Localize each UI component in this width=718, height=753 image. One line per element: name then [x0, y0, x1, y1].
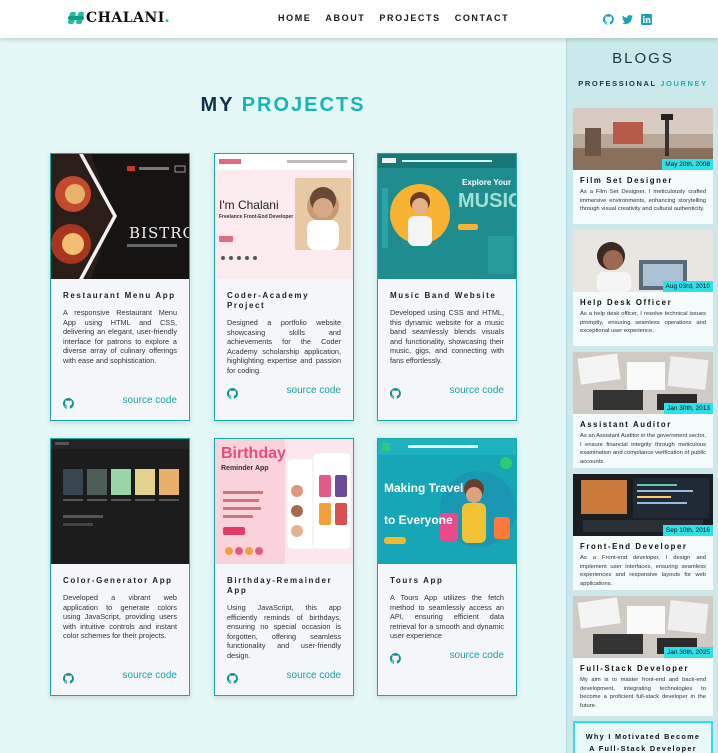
brand-name: CHALANI. [86, 10, 171, 26]
source-code-link[interactable]: source code [123, 670, 177, 681]
github-icon[interactable] [226, 671, 238, 684]
blog-image: Sep 10th, 2016 [573, 474, 713, 536]
thumbnail-title: Birthday [221, 445, 286, 462]
thumbnail-subtitle: to Everyone [384, 513, 453, 527]
social-links [602, 12, 652, 25]
twitter-icon[interactable] [622, 12, 633, 24]
github-icon[interactable] [389, 386, 401, 399]
project-card-tours-app: Making Travel to Everyone Tours App A To… [377, 438, 517, 696]
project-links: source code [389, 385, 504, 399]
blog-date: Sep 10th, 2016 [662, 525, 713, 536]
project-description: Developed using CSS and HTML, this dynam… [390, 308, 504, 365]
blog-title: Assistant Auditor [580, 420, 672, 429]
blog-post-assistant-auditor[interactable]: Jan 30th, 2013 Assistant Auditor As an A… [573, 352, 713, 468]
source-code-link[interactable]: source code [287, 670, 341, 681]
blog-title: Help Desk Officer [580, 298, 673, 307]
project-thumbnail[interactable] [51, 439, 189, 564]
project-links: source code [62, 670, 177, 684]
projects-section: MY PROJECTS BISTRO Restaurant Menu App A… [0, 38, 566, 753]
blog-post-front-end-developer[interactable]: Sep 10th, 2016 Front-End Developer As a … [573, 474, 713, 590]
blog-description: As an Assistant Auditor in the governmen… [580, 433, 706, 465]
blog-title: Front-End Developer [580, 542, 688, 551]
thumbnail-title: Making Travel [384, 481, 464, 495]
top-navbar: CHALANI. HOME ABOUT PROJECTS CONTACT [0, 0, 718, 38]
linkedin-icon[interactable] [641, 12, 652, 25]
project-title: Music Band Website [390, 291, 497, 300]
thumbnail-title: BISTRO [129, 224, 189, 242]
source-code-link[interactable]: source code [123, 395, 177, 406]
thumbnail-title: I'm Chalani [219, 198, 279, 212]
logo-icon [67, 10, 85, 26]
blog-date: Jan 30th, 2013 [663, 403, 713, 414]
project-thumbnail[interactable]: BISTRO [51, 154, 189, 279]
nav-link-home[interactable]: HOME [278, 13, 311, 23]
source-code-link[interactable]: source code [450, 650, 504, 661]
blog-description: As a help desk officer, I resolve techni… [580, 311, 706, 334]
project-description: A Tours App utilizes the fetch method to… [390, 593, 504, 641]
project-thumbnail[interactable]: I'm Chalani Freelance Front-End Develope… [215, 154, 353, 279]
blog-image: Aug 03rd, 2010 [573, 230, 713, 292]
project-card-color-generator: Color-Generator App Developed a vibrant … [50, 438, 190, 696]
nav-link-projects[interactable]: PROJECTS [379, 13, 440, 23]
project-card-coder-academy: I'm Chalani Freelance Front-End Develope… [214, 153, 354, 421]
project-description: Developed a vibrant web application to g… [63, 593, 177, 641]
nav-link-about[interactable]: ABOUT [325, 13, 365, 23]
blog-date: Jan 30th, 2025 [663, 647, 713, 658]
thumbnail-subtitle: Reminder App [221, 465, 269, 472]
blog-image: Jan 30th, 2013 [573, 352, 713, 414]
source-code-link[interactable]: source code [287, 385, 341, 396]
blog-post-film-set-designer[interactable]: May 20th, 2008 Film Set Designer As a Fi… [573, 108, 713, 224]
project-title: Tours App [390, 576, 444, 585]
project-thumbnail[interactable]: Explore Your MUSIC [378, 154, 516, 279]
github-icon[interactable] [62, 396, 74, 409]
github-icon[interactable] [62, 671, 74, 684]
project-card-restaurant-menu: BISTRO Restaurant Menu App A responsive … [50, 153, 190, 421]
blog-post-help-desk-officer[interactable]: Aug 03rd, 2010 Help Desk Officer As a he… [573, 230, 713, 346]
blog-post-full-stack-developer[interactable]: Jan 30th, 2025 Full-Stack Developer My a… [573, 596, 713, 716]
project-title: Color-Generator App [63, 576, 173, 585]
blog-date: Aug 03rd, 2010 [662, 281, 713, 292]
blogs-subtitle: PROFESSIONAL JOURNEY [578, 79, 708, 88]
project-links: source code [389, 650, 504, 664]
github-icon[interactable] [226, 386, 238, 399]
blog-title: Full-Stack Developer [580, 664, 690, 673]
project-description: A responsive Restaurant Menu App using H… [63, 308, 177, 365]
blog-description: As a Front-end developer, I design and i… [580, 555, 706, 587]
project-title: Coder-Academy Project [227, 291, 310, 310]
thumbnail-subtitle: Freelance Front-End Developer [219, 214, 294, 220]
projects-heading: MY PROJECTS [200, 94, 366, 116]
blog-title: Film Set Designer [580, 176, 674, 185]
project-links: source code [62, 395, 177, 409]
source-code-link[interactable]: source code [450, 385, 504, 396]
project-card-birthday-reminder: Birthday Reminder App Birthday-Remainder… [214, 438, 354, 696]
blog-date: May 20th, 2008 [662, 159, 713, 170]
blog-image: May 20th, 2008 [573, 108, 713, 170]
project-links: source code [226, 670, 341, 684]
thumbnail-title: MUSIC [458, 190, 516, 212]
blog-description: As a Film Set Designer, I meticulously c… [580, 189, 706, 212]
blogs-title: BLOGS [612, 50, 674, 67]
project-title: Restaurant Menu App [63, 291, 176, 300]
github-icon[interactable] [389, 651, 401, 664]
project-card-music-band: Explore Your MUSIC Music Band Website De… [377, 153, 517, 421]
brand-logo[interactable]: CHALANI. [67, 10, 171, 26]
nav-link-contact[interactable]: CONTACT [455, 13, 510, 23]
blogs-sidebar[interactable]: BLOGS PROFESSIONAL JOURNEY May 20th, 200… [566, 38, 718, 753]
project-description: Using JavaScript, this app efficiently r… [227, 603, 341, 660]
project-title: Birthday-Remainder App [227, 576, 333, 595]
project-description: Designed a portfolio website showcasing … [227, 318, 341, 375]
blog-title-line: Why I Motivated Become [585, 732, 701, 741]
project-links: source code [226, 385, 341, 399]
project-thumbnail[interactable]: Making Travel to Everyone [378, 439, 516, 564]
blog-image: Jan 30th, 2025 [573, 596, 713, 658]
thumbnail-subtitle: Explore Your [462, 178, 512, 187]
github-icon[interactable] [602, 12, 614, 25]
project-thumbnail[interactable]: Birthday Reminder App [215, 439, 353, 564]
main-nav: HOME ABOUT PROJECTS CONTACT [278, 13, 509, 23]
blog-description: My aim is to master front-end and back-e… [580, 677, 706, 709]
blog-title-line: A Full-Stack Developer [589, 744, 697, 753]
blog-post-motivation[interactable]: Why I Motivated Become A Full-Stack Deve… [573, 721, 713, 753]
